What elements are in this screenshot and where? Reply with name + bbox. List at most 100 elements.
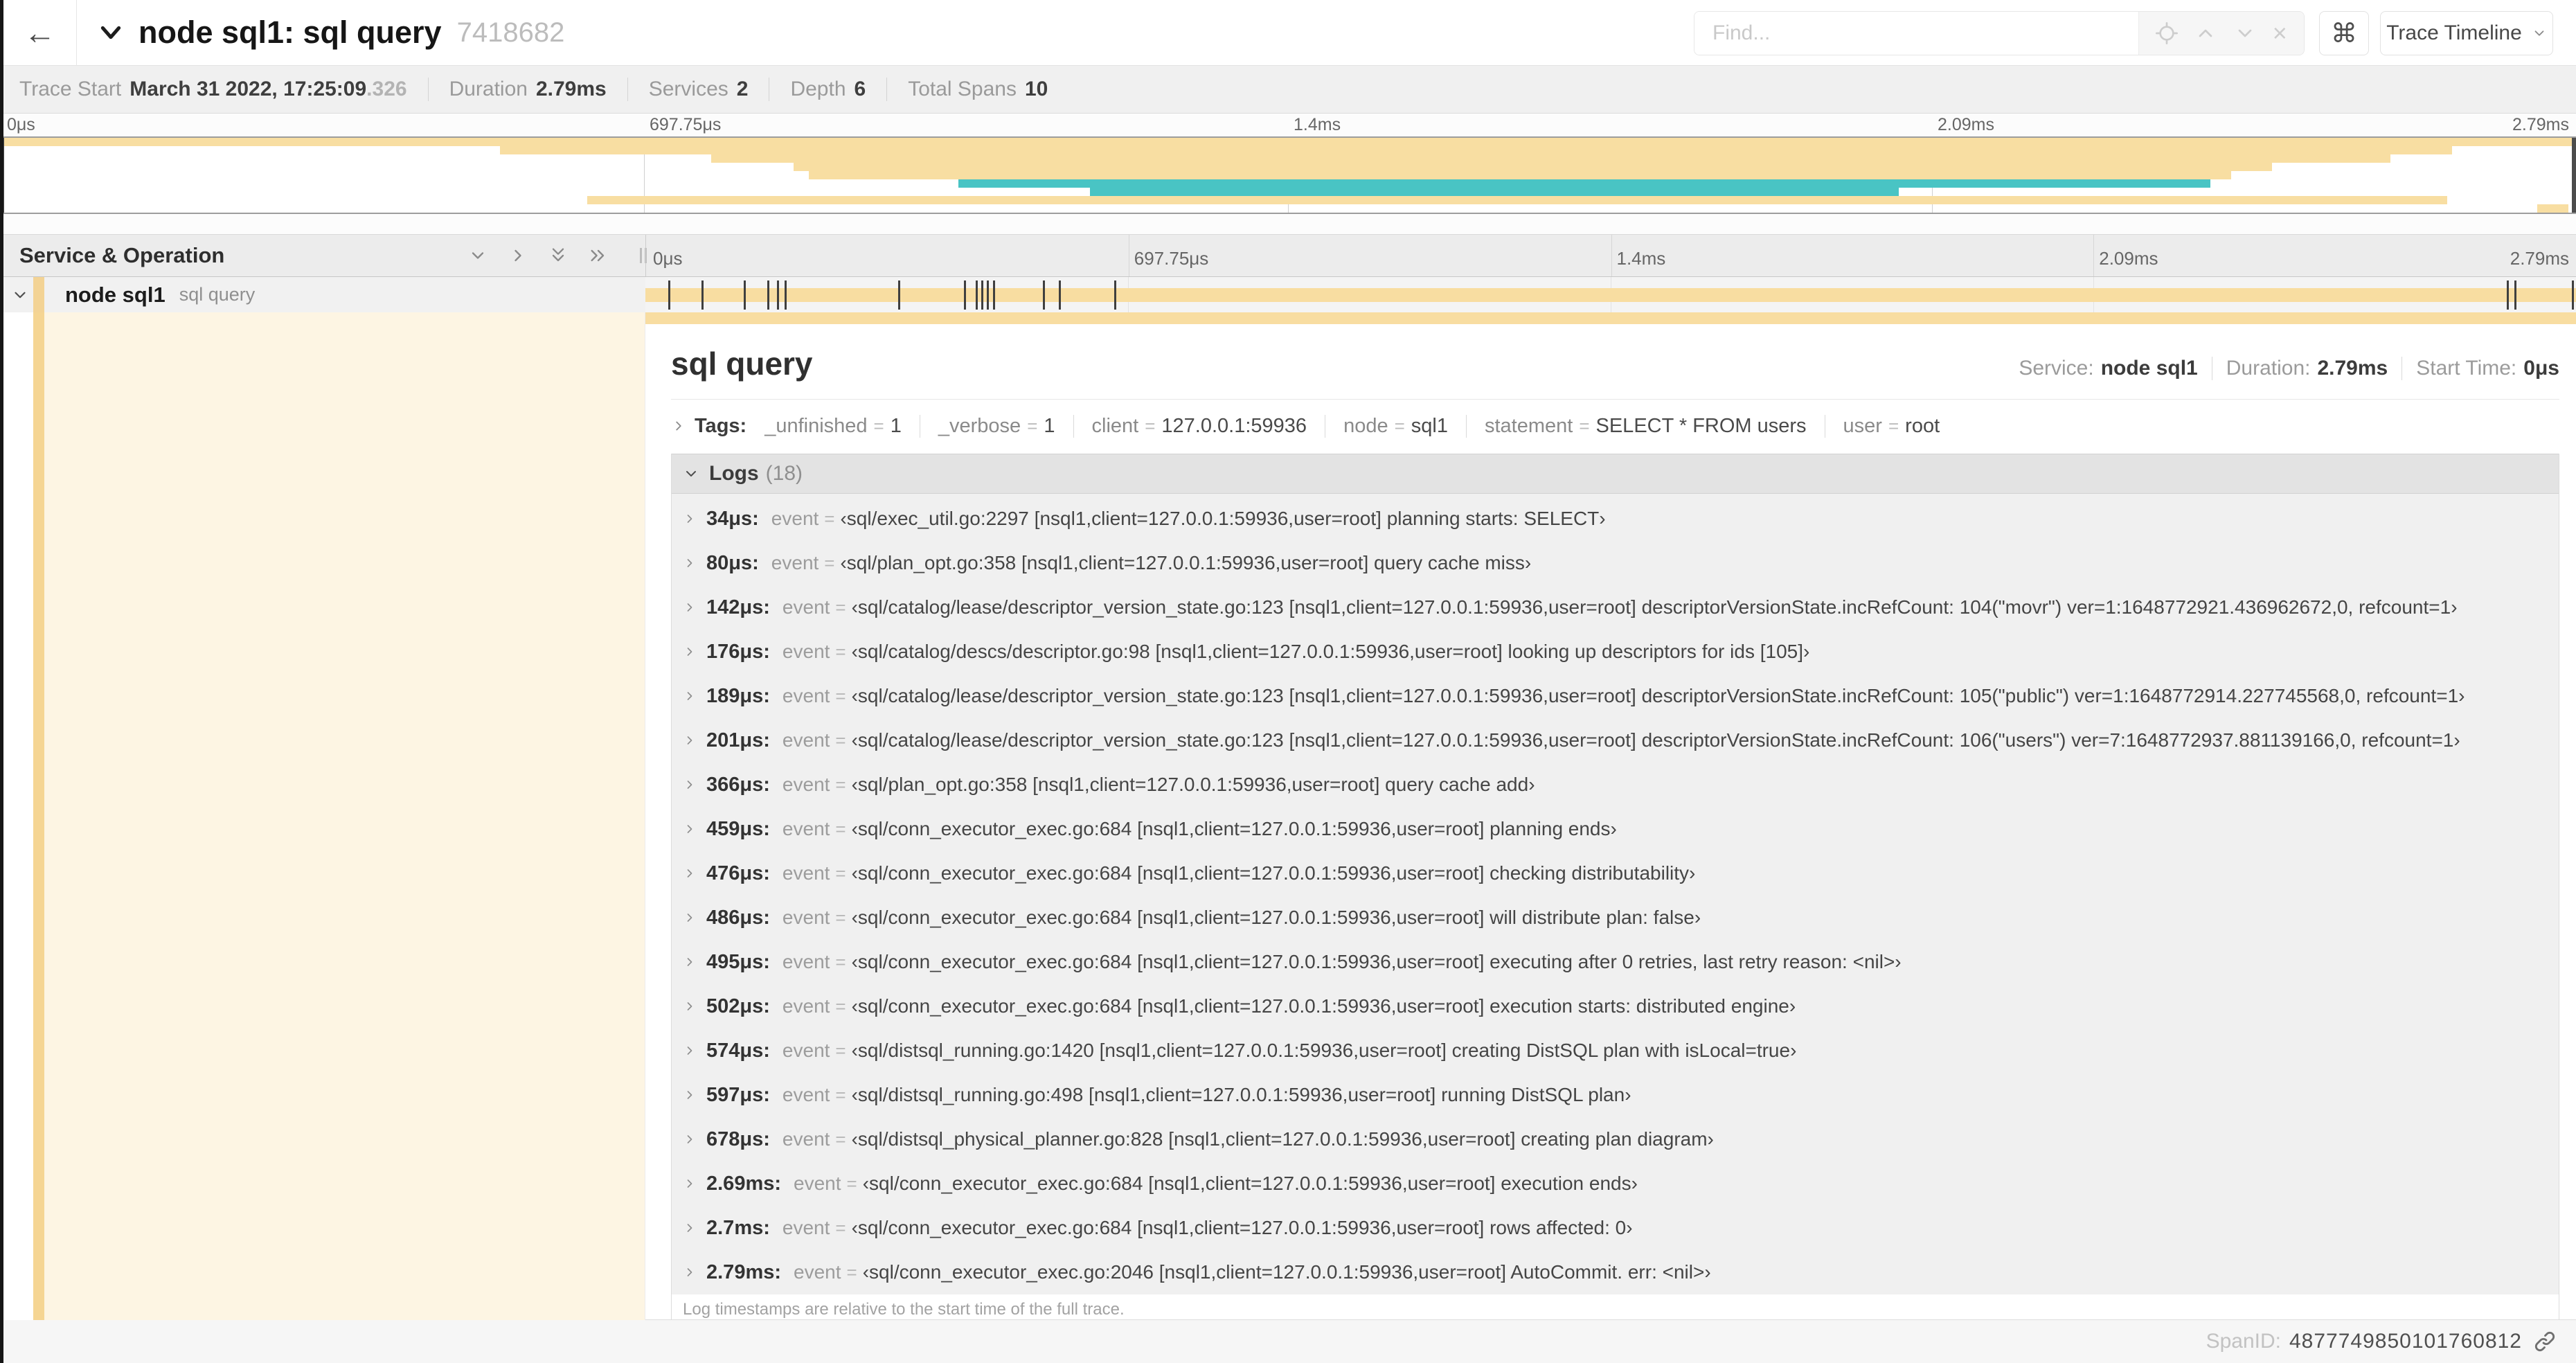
log-row[interactable]: 189μs: event = ‹sql/catalog/lease/descri… xyxy=(672,674,2559,718)
span-meta-label: Duration: xyxy=(2226,357,2311,380)
log-row[interactable]: 486μs: event = ‹sql/conn_executor_exec.g… xyxy=(672,896,2559,940)
log-row[interactable]: 495μs: event = ‹sql/conn_executor_exec.g… xyxy=(672,940,2559,984)
minimap-canvas[interactable] xyxy=(0,136,2576,214)
tag-item: _verbose = 1 xyxy=(919,414,1073,438)
meta-label: Trace Start xyxy=(19,78,122,100)
collapse-one-icon[interactable] xyxy=(468,246,488,265)
log-row[interactable]: 574μs: event = ‹sql/distsql_running.go:1… xyxy=(672,1028,2559,1073)
back-arrow-icon: ← xyxy=(24,15,56,51)
minimap-tick-label: 2.09ms xyxy=(1938,115,1994,134)
log-equals: = xyxy=(835,641,846,662)
minimap-tick-labels: 0μs 697.75μs 1.4ms 2.09ms 2.79ms xyxy=(0,114,2576,136)
link-icon[interactable] xyxy=(2533,1330,2557,1353)
chevron-right-icon xyxy=(687,1135,692,1143)
log-row[interactable]: 2.79ms: event = ‹sql/conn_executor_exec.… xyxy=(672,1250,2559,1294)
chevron-down-icon[interactable] xyxy=(11,286,29,304)
span-meta-label: Service: xyxy=(2019,357,2094,380)
detail-left-column xyxy=(44,312,645,1320)
log-tick-mark xyxy=(2514,280,2516,310)
log-field-value: ‹sql/conn_executor_exec.go:684 [nsql1,cl… xyxy=(851,862,1696,884)
timeline-tick-label: 0μs xyxy=(653,248,683,269)
log-equals: = xyxy=(835,1217,846,1238)
span-detail-meta: Service: node sql1 Duration: 2.79ms Star… xyxy=(2005,357,2559,380)
log-row[interactable]: 34μs: event = ‹sql/exec_util.go:2297 [ns… xyxy=(672,497,2559,541)
tag-value: 1 xyxy=(1044,414,1055,437)
collapse-all-icon[interactable] xyxy=(548,246,568,265)
span-row-name-cell[interactable]: node sql1 sql query xyxy=(0,277,645,312)
span-meta-item: Service: node sql1 xyxy=(2005,357,2211,380)
minimap-span-bar xyxy=(809,171,2231,179)
log-timestamp: 189μs: xyxy=(706,684,770,707)
tag-item: _unfinished = 1 xyxy=(746,415,920,438)
minimap-right-scrubber[interactable] xyxy=(2572,138,2576,213)
tag-value: SELECT * FROM users xyxy=(1595,414,1807,437)
log-row[interactable]: 2.7ms: event = ‹sql/conn_executor_exec.g… xyxy=(672,1206,2559,1250)
chevron-right-icon xyxy=(687,736,692,745)
next-match-icon[interactable] xyxy=(2234,22,2256,44)
log-row[interactable]: 176μs: event = ‹sql/catalog/descs/descri… xyxy=(672,630,2559,674)
log-equals: = xyxy=(835,1040,846,1061)
chevron-right-icon xyxy=(687,1268,692,1276)
minimap-span-bar xyxy=(499,146,2453,154)
log-field-value: ‹sql/conn_executor_exec.go:684 [nsql1,cl… xyxy=(862,1173,1638,1194)
logs-header[interactable]: Logs (18) xyxy=(672,454,2559,494)
collapse-controls xyxy=(468,246,608,265)
span-duration-bar[interactable] xyxy=(645,287,2576,302)
chevron-down-icon[interactable] xyxy=(97,19,125,46)
log-row[interactable]: 366μs: event = ‹sql/plan_opt.go:358 [nsq… xyxy=(672,763,2559,807)
log-equals: = xyxy=(835,818,846,839)
timeline-tick-label: 2.79ms xyxy=(2510,248,2569,269)
minimap-span-bar xyxy=(1089,188,1899,196)
log-row[interactable]: 502μs: event = ‹sql/conn_executor_exec.g… xyxy=(672,984,2559,1028)
tag-value: 127.0.0.1:59936 xyxy=(1161,414,1307,437)
log-row[interactable]: 476μs: event = ‹sql/conn_executor_exec.g… xyxy=(672,851,2559,896)
log-field-key: event xyxy=(771,552,819,573)
log-field-value: ‹sql/catalog/lease/descriptor_version_st… xyxy=(851,685,2465,706)
log-field-value: ‹sql/exec_util.go:2297 [nsql1,client=127… xyxy=(840,508,1606,529)
log-row[interactable]: 459μs: event = ‹sql/conn_executor_exec.g… xyxy=(672,807,2559,851)
keyboard-shortcuts-button[interactable]: ⌘ xyxy=(2319,11,2369,55)
log-timestamp: 502μs: xyxy=(706,995,770,1017)
log-row[interactable]: 142μs: event = ‹sql/catalog/lease/descri… xyxy=(672,585,2559,630)
expand-all-icon[interactable] xyxy=(589,246,608,265)
span-detail-panel: sql query Service: node sql1 Duration: 2… xyxy=(645,324,2576,1330)
tag-equals: = xyxy=(1394,415,1405,436)
log-row[interactable]: 2.69ms: event = ‹sql/conn_executor_exec.… xyxy=(672,1161,2559,1206)
chevron-right-icon[interactable] xyxy=(671,418,686,434)
log-field-value: ‹sql/plan_opt.go:358 [nsql1,client=127.0… xyxy=(851,774,1535,795)
minimap-row xyxy=(0,163,2576,171)
meta-value: March 31 2022, 17:25:09 xyxy=(129,78,367,100)
minimap-row xyxy=(0,179,2576,188)
chevron-right-icon xyxy=(687,781,692,789)
minimap-tick-label: 2.79ms xyxy=(2512,115,2569,134)
log-row[interactable]: 201μs: event = ‹sql/catalog/lease/descri… xyxy=(672,718,2559,763)
span-id-footer: SpanID: 4877749850101760812 xyxy=(0,1320,2576,1363)
tags-row[interactable]: Tags: _unfinished = 1 _verbose = 1 clien… xyxy=(671,408,2559,444)
log-timestamp: 80μs: xyxy=(706,551,759,574)
view-selector-button[interactable]: Trace Timeline xyxy=(2380,11,2553,55)
log-tick-mark xyxy=(898,280,901,310)
meta-value: 2 xyxy=(736,78,749,100)
log-equals: = xyxy=(846,1261,857,1283)
trace-meta-item: Depth 6 xyxy=(769,78,886,101)
span-row-timeline-cell[interactable] xyxy=(645,277,2576,312)
log-row[interactable]: 80μs: event = ‹sql/plan_opt.go:358 [nsql… xyxy=(672,541,2559,585)
meta-label: Depth xyxy=(790,78,846,100)
log-row[interactable]: 597μs: event = ‹sql/distsql_running.go:4… xyxy=(672,1073,2559,1117)
log-field-key: event xyxy=(782,641,830,662)
back-button[interactable]: ← xyxy=(3,0,77,65)
chevron-down-icon xyxy=(686,471,696,476)
log-field-key: event xyxy=(782,907,830,928)
minimap-tick-label: 1.4ms xyxy=(1294,115,1341,134)
service-operation-header: Service & Operation xyxy=(0,235,647,276)
find-controls: × xyxy=(2138,12,2304,55)
log-row[interactable]: 678μs: event = ‹sql/distsql_physical_pla… xyxy=(672,1117,2559,1161)
expand-one-icon[interactable] xyxy=(508,246,528,265)
page-title: node sql1: sql query xyxy=(138,15,442,50)
log-timestamp: 597μs: xyxy=(706,1083,770,1106)
find-input[interactable] xyxy=(1694,12,2138,55)
chevron-right-icon xyxy=(687,515,692,523)
clear-find-icon[interactable]: × xyxy=(2273,21,2287,46)
prev-match-icon[interactable] xyxy=(2194,22,2217,44)
locate-icon[interactable] xyxy=(2156,22,2179,44)
